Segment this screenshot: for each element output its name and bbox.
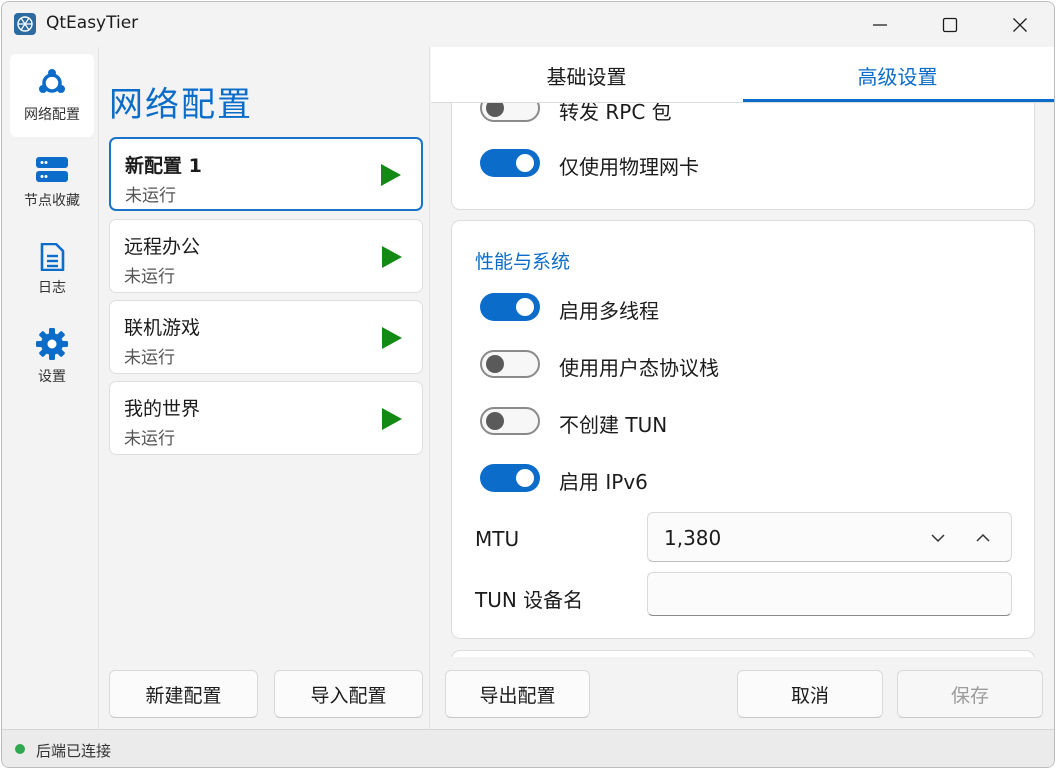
cancel-button[interactable]: 取消 xyxy=(737,670,883,718)
play-icon[interactable] xyxy=(381,164,401,186)
no-tun-toggle[interactable] xyxy=(480,407,540,435)
no-tun-label: 不创建 TUN xyxy=(559,413,668,437)
play-icon[interactable] xyxy=(382,327,402,349)
nav-label-settings: 设置 xyxy=(38,368,66,385)
play-icon[interactable] xyxy=(382,246,402,268)
config-name: 我的世界 xyxy=(124,398,201,420)
config-list-panel: 网络配置 新配置 1 未运行 远程办公 未运行 联机游戏 未运行 我的世界 未运… xyxy=(99,47,430,729)
tab-active-underline xyxy=(743,99,1054,102)
connection-status-dot xyxy=(15,744,25,754)
close-icon xyxy=(1013,17,1027,32)
multithread-label: 启用多线程 xyxy=(559,299,659,323)
gear-icon xyxy=(36,327,68,360)
config-status: 未运行 xyxy=(125,186,176,206)
import-config-button[interactable]: 导入配置 xyxy=(274,670,423,718)
nav-item-settings[interactable]: 设置 xyxy=(10,315,94,398)
nav-rail: 网络配置 节点收藏 日志 设置 xyxy=(2,47,99,729)
forward-rpc-label: 转发 RPC 包 xyxy=(559,103,672,124)
physical-nic-toggle[interactable] xyxy=(480,149,540,177)
nav-label-node-favorites: 节点收藏 xyxy=(24,192,80,209)
server-icon xyxy=(36,156,68,182)
play-icon[interactable] xyxy=(382,408,402,430)
physical-nic-label: 仅使用物理网卡 xyxy=(559,155,699,179)
toggle-knob xyxy=(516,298,534,316)
mtu-value: 1,380 xyxy=(664,526,722,550)
userspace-stack-label: 使用用户态协议栈 xyxy=(559,356,719,380)
nav-item-node-favorites[interactable]: 节点收藏 xyxy=(10,141,94,224)
mtu-spinbox[interactable]: 1,380 xyxy=(647,512,1012,562)
save-button[interactable]: 保存 xyxy=(897,670,1043,718)
userspace-stack-toggle[interactable] xyxy=(480,350,540,378)
mtu-label: MTU xyxy=(475,527,520,551)
toggle-knob xyxy=(516,154,534,172)
app-logo-icon xyxy=(14,13,36,35)
status-text: 后端已连接 xyxy=(36,742,112,760)
config-name: 远程办公 xyxy=(124,236,201,258)
ipv6-label: 启用 IPv6 xyxy=(559,470,648,494)
tun-device-name-label: TUN 设备名 xyxy=(475,588,584,612)
page-title: 网络配置 xyxy=(109,85,253,125)
toggle-knob xyxy=(486,412,504,430)
config-name: 新配置 1 xyxy=(125,155,202,177)
config-status: 未运行 xyxy=(124,267,175,287)
nav-label-logs: 日志 xyxy=(38,279,66,296)
config-card[interactable]: 我的世界 未运行 xyxy=(109,381,423,455)
advanced-settings-scroll[interactable]: 转发 RPC 包 仅使用物理网卡 性能与系统 启用多线程 使用用户态协议栈 不创… xyxy=(431,103,1054,657)
settings-group-next xyxy=(451,650,1035,657)
nav-label-network-config: 网络配置 xyxy=(24,106,80,123)
minimize-icon xyxy=(873,23,887,26)
export-config-button[interactable]: 导出配置 xyxy=(445,670,590,718)
minimize-button[interactable] xyxy=(845,2,915,47)
config-card[interactable]: 远程办公 未运行 xyxy=(109,219,423,293)
config-status: 未运行 xyxy=(124,429,175,449)
nav-item-logs[interactable]: 日志 xyxy=(10,228,94,311)
maximize-icon xyxy=(942,17,958,32)
config-card[interactable]: 新配置 1 未运行 xyxy=(109,137,423,211)
nav-item-network-config[interactable]: 网络配置 xyxy=(10,54,94,137)
config-card[interactable]: 联机游戏 未运行 xyxy=(109,300,423,374)
config-status: 未运行 xyxy=(124,348,175,368)
chevron-up-icon[interactable] xyxy=(976,531,990,545)
window-title: QtEasyTier xyxy=(46,13,139,33)
settings-group-performance: 性能与系统 启用多线程 使用用户态协议栈 不创建 TUN 启用 IPv6 MTU… xyxy=(451,220,1035,639)
settings-group-forwarding: 转发 RPC 包 仅使用物理网卡 xyxy=(451,103,1035,210)
forward-rpc-toggle[interactable] xyxy=(480,103,540,122)
new-config-button[interactable]: 新建配置 xyxy=(109,670,258,718)
close-button[interactable] xyxy=(985,2,1054,47)
status-bar: 后端已连接 xyxy=(2,729,1054,767)
multithread-toggle[interactable] xyxy=(480,293,540,321)
title-bar: QtEasyTier xyxy=(2,2,1054,47)
ipv6-toggle[interactable] xyxy=(480,464,540,492)
settings-tabs: 基础设置 高级设置 xyxy=(431,47,1054,103)
maximize-button[interactable] xyxy=(915,2,985,47)
chevron-down-icon[interactable] xyxy=(931,531,945,545)
toggle-knob xyxy=(516,469,534,487)
network-icon xyxy=(39,68,65,93)
document-icon xyxy=(40,242,65,271)
tab-basic-settings[interactable]: 基础设置 xyxy=(431,61,742,90)
tab-advanced-settings[interactable]: 高级设置 xyxy=(742,61,1053,90)
config-name: 联机游戏 xyxy=(124,317,201,339)
toggle-knob xyxy=(486,103,504,117)
app-window: QtEasyTier 网络配置 节点收藏 日志 设置 网络配置 新配置 1 未运… xyxy=(1,1,1055,768)
tun-device-name-input[interactable] xyxy=(647,572,1012,616)
section-title-performance: 性能与系统 xyxy=(475,251,571,273)
settings-area: 基础设置 高级设置 转发 RPC 包 仅使用物理网卡 性能与系统 启用多线程 使… xyxy=(431,47,1054,729)
toggle-knob xyxy=(486,355,504,373)
